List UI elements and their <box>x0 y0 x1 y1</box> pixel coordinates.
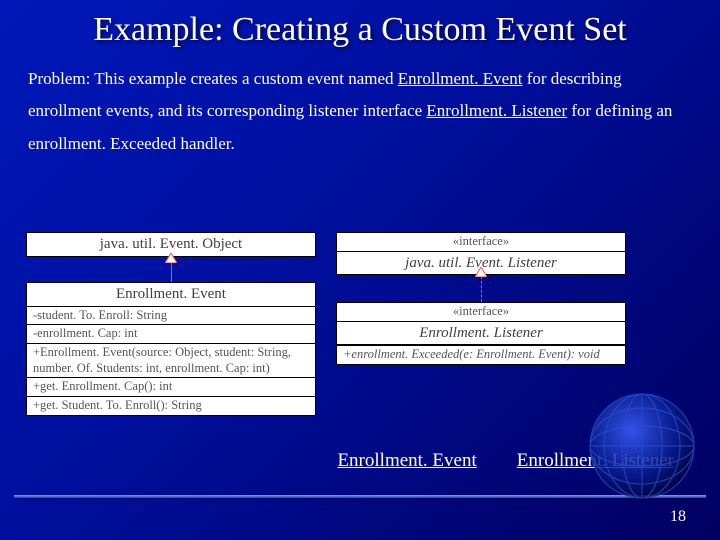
link-enrollment-event: Enrollment. Event <box>337 450 476 472</box>
uml-enrollment-event-attr1: -student. To. Enroll: String <box>27 307 315 326</box>
bottom-links: Enrollment. Event Enrollment. Listener <box>0 450 720 472</box>
uml-event-listener-stereo: «interface» <box>337 233 625 252</box>
link-enrollment-listener: Enrollment. Listener <box>517 450 674 472</box>
realization-line-right <box>481 276 482 302</box>
footer-divider <box>14 495 706 498</box>
uml-diagram: java. util. Event. Object «interface» ja… <box>26 232 636 437</box>
slide-title: Example: Creating a Custom Event Set <box>0 0 720 57</box>
inheritance-line-left <box>171 262 172 282</box>
uml-enrollment-listener-box: «interface» Enrollment. Listener +enroll… <box>336 302 626 365</box>
uml-enrollment-listener-name: Enrollment. Listener <box>337 322 625 346</box>
inheritance-arrowhead-left <box>165 253 177 263</box>
problem-prefix: Problem: This example creates a custom e… <box>28 69 398 88</box>
uml-enrollment-listener-op1: +enrollment. Exceeded(e: Enrollment. Eve… <box>337 345 625 364</box>
problem-underline-2: Enrollment. Listener <box>426 101 567 120</box>
problem-text: Problem: This example creates a custom e… <box>0 57 720 160</box>
realization-arrowhead-right <box>475 267 487 277</box>
uml-enrollment-event-op3: +get. Student. To. Enroll(): String <box>27 397 315 415</box>
page-number: 18 <box>670 508 686 526</box>
uml-enrollment-event-box: Enrollment. Event -student. To. Enroll: … <box>26 282 316 416</box>
uml-enrollment-event-attr2: -enrollment. Cap: int <box>27 325 315 344</box>
uml-enrollment-listener-stereo: «interface» <box>337 303 625 322</box>
uml-enrollment-event-op1: +Enrollment. Event(source: Object, stude… <box>27 344 315 378</box>
problem-underline-1: Enrollment. Event <box>398 69 523 88</box>
uml-enrollment-event-op2: +get. Enrollment. Cap(): int <box>27 378 315 397</box>
uml-enrollment-event-name: Enrollment. Event <box>27 283 315 307</box>
